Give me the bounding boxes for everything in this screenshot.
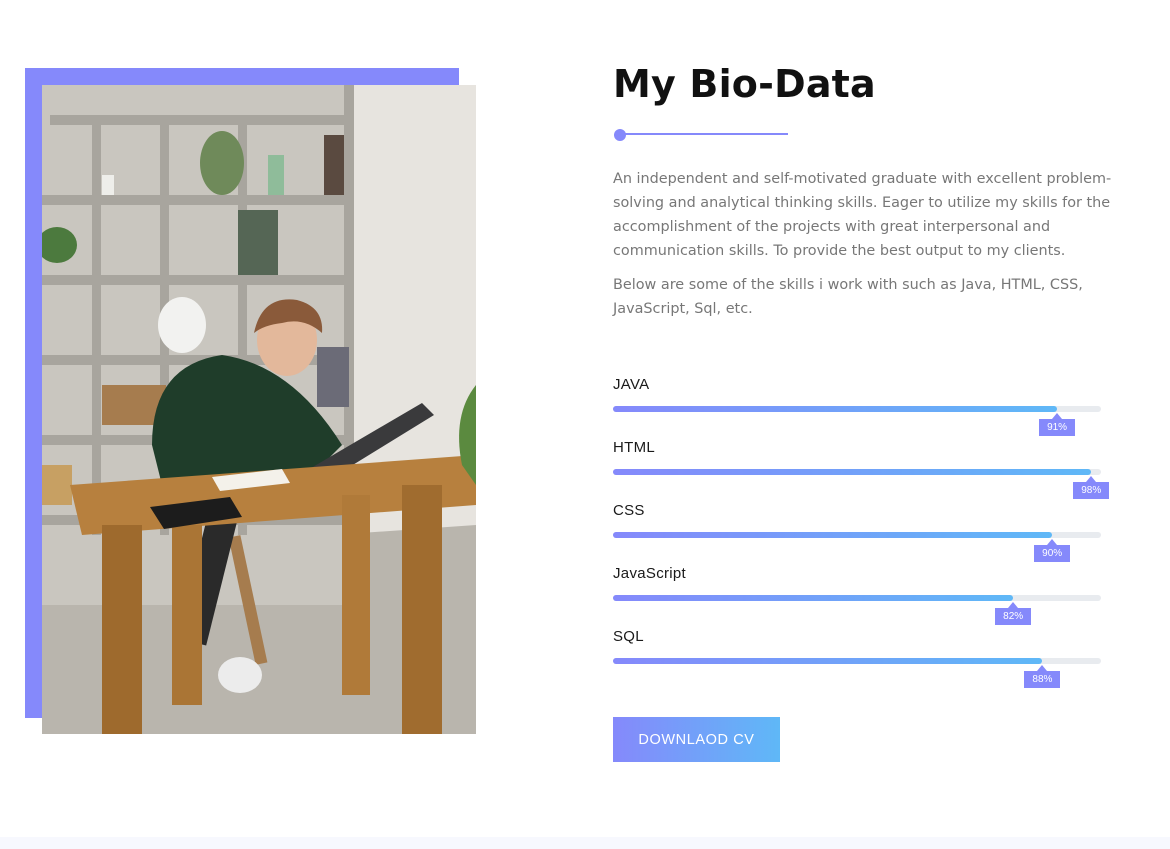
skill-progress-track <box>613 595 1101 601</box>
skill-progress-fill <box>613 469 1092 475</box>
skill-name: SQL <box>613 628 644 645</box>
skill-progress-fill <box>613 658 1043 664</box>
skill-sql: SQL 88% <box>613 628 1101 691</box>
skill-html: HTML 98% <box>613 439 1110 502</box>
skill-name: JavaScript <box>613 565 687 582</box>
page-title: My Bio-Data <box>613 62 876 106</box>
skills-list: JAVA 91% HTML 98% CSS 90% JavaScript 82%… <box>613 376 1110 691</box>
skill-javascript: JavaScript 82% <box>613 565 1101 628</box>
profile-photo <box>42 85 476 734</box>
skill-name: JAVA <box>613 376 650 393</box>
footer-band <box>0 837 1170 849</box>
skill-percent-badge: 98% <box>1073 482 1110 499</box>
skill-progress-fill <box>613 595 1014 601</box>
skill-percent-badge: 82% <box>995 608 1032 625</box>
skill-percent-badge: 88% <box>1024 671 1061 688</box>
skill-java: JAVA 91% <box>613 376 1101 439</box>
skill-name: CSS <box>613 502 645 519</box>
title-divider-dot <box>614 129 626 141</box>
skill-progress-track <box>613 406 1101 412</box>
skill-progress-fill <box>613 532 1053 538</box>
bio-paragraph: An independent and self-motivated gradua… <box>613 171 1112 259</box>
skill-progress-track <box>613 469 1101 475</box>
skill-progress-track <box>613 658 1101 664</box>
skills-intro-paragraph: Below are some of the skills i work with… <box>613 277 1083 317</box>
skill-progress-track <box>613 532 1101 538</box>
skill-progress-fill <box>613 406 1058 412</box>
skill-percent-badge: 91% <box>1039 419 1076 436</box>
skill-css: CSS 90% <box>613 502 1101 565</box>
title-divider-line <box>624 133 788 135</box>
download-cv-button[interactable]: DOWNLAOD CV <box>613 717 780 762</box>
skill-name: HTML <box>613 439 656 456</box>
skill-percent-badge: 90% <box>1034 545 1071 562</box>
